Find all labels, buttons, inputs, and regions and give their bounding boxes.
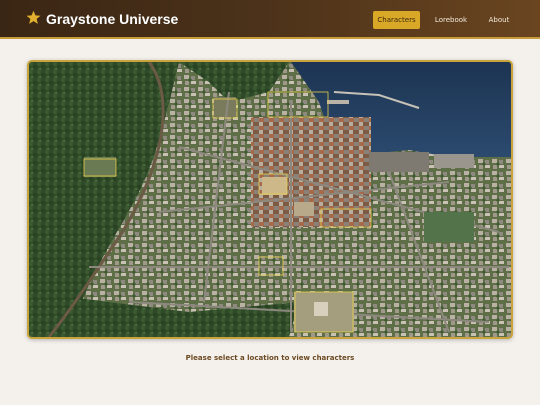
nav-about[interactable]: About <box>482 11 516 29</box>
nav-characters[interactable]: Characters <box>373 11 420 29</box>
nav-lorebook[interactable]: Lorebook <box>429 11 473 29</box>
site-title[interactable]: Graystone Universe <box>46 11 178 27</box>
top-header: Graystone Universe Characters Lorebook A… <box>0 0 540 39</box>
instruction-text: Please select a location to view charact… <box>185 354 355 362</box>
star-icon <box>26 10 41 24</box>
town-map[interactable] <box>27 60 513 339</box>
aerial-town-photo <box>29 62 511 337</box>
